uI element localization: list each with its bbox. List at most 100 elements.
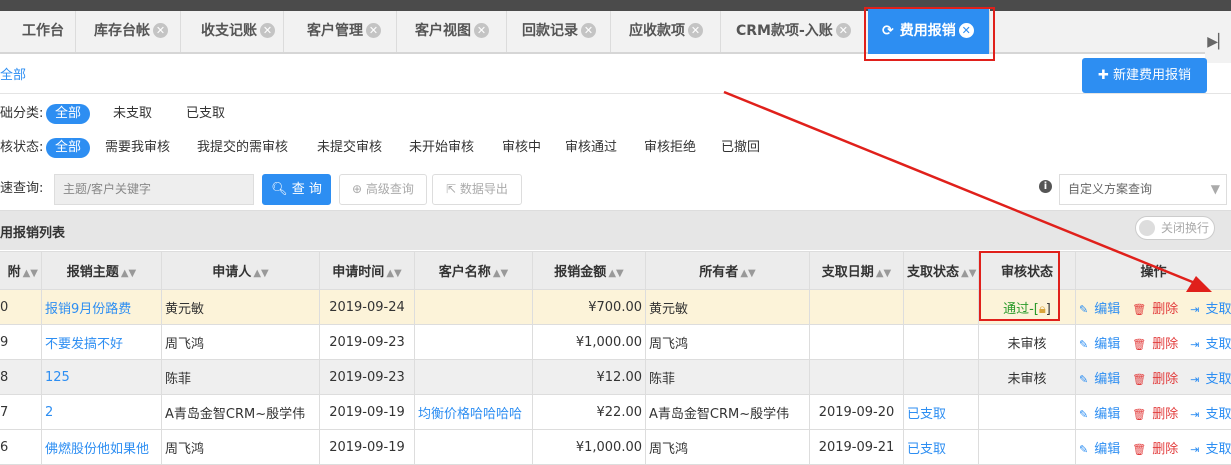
row-pay-status[interactable] — [904, 360, 979, 395]
col-apply-date[interactable]: 申请时间▲▼ — [320, 252, 415, 290]
status-option-not-started[interactable]: 未开始审核 — [409, 137, 474, 159]
wrap-toggle[interactable]: 关闭换行 — [1135, 216, 1215, 240]
col-applicant[interactable]: 申请人▲▼ — [162, 252, 320, 290]
plan-placeholder: 自定义方案查询 — [1068, 182, 1152, 196]
subtab-all[interactable]: 全部 — [0, 64, 26, 83]
advanced-query-label: 高级查询 — [366, 182, 414, 196]
row-amount: ¥1,000.00 — [533, 325, 646, 360]
row-pay-date — [810, 290, 904, 325]
search-icon: 🔍︎ — [271, 182, 292, 197]
row-subject[interactable]: 报销9月份路费 — [42, 290, 162, 325]
row-subject[interactable]: 2 — [42, 395, 162, 430]
tab-crm-entry[interactable]: CRM款项-入账✕ — [721, 11, 866, 52]
tab-receivables[interactable]: 应收款项✕ — [611, 11, 721, 52]
export-button[interactable]: ⇱ 数据导出 — [432, 174, 522, 205]
withdraw-button[interactable]: ⇥支取 — [1190, 372, 1231, 387]
tab-income-expense[interactable]: 收支记账✕ — [181, 11, 284, 52]
close-icon[interactable]: ✕ — [366, 23, 381, 38]
quick-search-label: 速查询: — [0, 178, 43, 200]
edit-button[interactable]: ✎编辑 — [1079, 337, 1126, 352]
status-option-withdrawn[interactable]: 已撤回 — [721, 137, 760, 159]
advanced-query-button[interactable]: ⊕ 高级查询 — [339, 174, 427, 205]
edit-button[interactable]: ✎编辑 — [1079, 407, 1126, 422]
category-option-unpaid[interactable]: 未支取 — [113, 103, 152, 125]
col-amount[interactable]: 报销金额▲▼ — [533, 252, 646, 290]
row-subject[interactable]: 125 — [42, 360, 162, 395]
row-amount: ¥700.00 — [533, 290, 646, 325]
close-icon[interactable]: ✕ — [153, 23, 168, 38]
status-option-my-submitted[interactable]: 我提交的需审核 — [197, 137, 288, 159]
table-row[interactable]: 6佛燃股份他如果他周飞鸿2019-09-19¥1,000.00周飞鸿2019-0… — [0, 430, 1231, 465]
toggle-knob — [1139, 220, 1155, 236]
row-customer[interactable] — [415, 290, 533, 325]
row-pay-status[interactable] — [904, 325, 979, 360]
tab-inventory[interactable]: 库存台帐✕ — [76, 11, 181, 52]
close-icon[interactable]: ✕ — [474, 23, 489, 38]
row-apply-date: 2019-09-19 — [320, 395, 415, 430]
table-row[interactable]: 72A青岛金智CRM~殷学伟2019-09-19均衡价格哈哈哈哈¥22.00A青… — [0, 395, 1231, 430]
edit-button[interactable]: ✎编辑 — [1079, 442, 1126, 457]
row-pay-status[interactable]: 已支取 — [904, 430, 979, 465]
tab-payment-records[interactable]: 回款记录✕ — [507, 11, 611, 52]
row-customer[interactable] — [415, 430, 533, 465]
delete-button[interactable]: 🗑︎删除 — [1132, 302, 1184, 317]
col-attach[interactable]: 附▲▼ — [0, 252, 42, 290]
delete-button[interactable]: 🗑︎删除 — [1132, 372, 1184, 387]
table-row[interactable]: 8125陈菲2019-09-23¥12.00陈菲未审核✎编辑🗑︎删除⇥支取 — [0, 360, 1231, 395]
query-button-label: 查 询 — [292, 182, 322, 197]
tab-customer-view[interactable]: 客户视图✕ — [397, 11, 507, 52]
row-subject[interactable]: 不要发搞不好 — [42, 325, 162, 360]
table-row[interactable]: 9不要发搞不好周飞鸿2019-09-23¥1,000.00周飞鸿未审核✎编辑🗑︎… — [0, 325, 1231, 360]
category-option-all[interactable]: 全部 — [46, 104, 90, 124]
status-option-all[interactable]: 全部 — [46, 138, 90, 158]
withdraw-button[interactable]: ⇥支取 — [1190, 407, 1231, 422]
row-pay-status[interactable]: 已支取 — [904, 395, 979, 430]
row-apply-date: 2019-09-23 — [320, 325, 415, 360]
col-pay-status[interactable]: 支取状态▲▼ — [904, 252, 979, 290]
close-icon[interactable]: ✕ — [688, 23, 703, 38]
row-customer[interactable]: 均衡价格哈哈哈哈 — [415, 395, 533, 430]
col-customer[interactable]: 客户名称▲▼ — [415, 252, 533, 290]
row-customer[interactable] — [415, 360, 533, 395]
info-icon[interactable]: i — [1039, 180, 1052, 193]
row-customer[interactable] — [415, 325, 533, 360]
edit-button[interactable]: ✎编辑 — [1079, 302, 1126, 317]
edit-button[interactable]: ✎编辑 — [1079, 372, 1126, 387]
sign-out-icon: ⇥ — [1190, 303, 1199, 316]
close-icon[interactable]: ✕ — [836, 23, 851, 38]
withdraw-button[interactable]: ⇥支取 — [1190, 302, 1231, 317]
new-expense-button[interactable]: ✚ 新建费用报销 — [1082, 58, 1207, 93]
col-pay-date[interactable]: 支取日期▲▼ — [810, 252, 904, 290]
col-subject[interactable]: 报销主题▲▼ — [42, 252, 162, 290]
row-subject[interactable]: 佛燃股份他如果他 — [42, 430, 162, 465]
delete-button[interactable]: 🗑︎删除 — [1132, 407, 1184, 422]
tab-label: 工作台 — [22, 23, 64, 39]
list-title: 用报销列表 — [0, 222, 65, 241]
close-icon[interactable]: ✕ — [581, 23, 596, 38]
status-option-approved[interactable]: 审核通过 — [565, 137, 617, 159]
row-number: 9 — [0, 325, 42, 360]
row-actions: ✎编辑 🗑︎删除 ⇥支取 — [1076, 290, 1231, 325]
query-button[interactable]: 🔍︎ 查 询 — [262, 174, 331, 205]
status-filter: 核状态: 全部 需要我审核 我提交的需审核 未提交审核 未开始审核 审核中 审核… — [0, 137, 800, 159]
category-option-paid[interactable]: 已支取 — [186, 103, 225, 125]
col-owner[interactable]: 所有者▲▼ — [646, 252, 810, 290]
status-option-need-my-review[interactable]: 需要我审核 — [105, 137, 170, 159]
search-input[interactable]: 主题/客户关键字 — [54, 174, 254, 205]
row-applicant: 黄元敏 — [162, 290, 320, 325]
delete-button[interactable]: 🗑︎删除 — [1132, 442, 1184, 457]
new-button-label: 新建费用报销 — [1113, 68, 1191, 83]
withdraw-button[interactable]: ⇥支取 — [1190, 337, 1231, 352]
tab-customer-mgmt[interactable]: 客户管理✕ — [284, 11, 397, 52]
tab-bar: 工作台 库存台帐✕ 收支记账✕ 客户管理✕ 客户视图✕ 回款记录✕ 应收款项✕ … — [0, 11, 1231, 54]
close-icon[interactable]: ✕ — [260, 23, 275, 38]
row-pay-status[interactable] — [904, 290, 979, 325]
status-option-in-review[interactable]: 审核中 — [502, 137, 541, 159]
status-option-rejected[interactable]: 审核拒绝 — [644, 137, 696, 159]
delete-button[interactable]: 🗑︎删除 — [1132, 337, 1184, 352]
tab-label: 应收款项 — [629, 23, 685, 39]
tab-workbench[interactable]: 工作台 — [0, 11, 76, 52]
withdraw-button[interactable]: ⇥支取 — [1190, 442, 1231, 457]
status-option-not-submitted[interactable]: 未提交审核 — [317, 137, 382, 159]
custom-plan-select[interactable]: 自定义方案查询▼ — [1059, 174, 1227, 205]
